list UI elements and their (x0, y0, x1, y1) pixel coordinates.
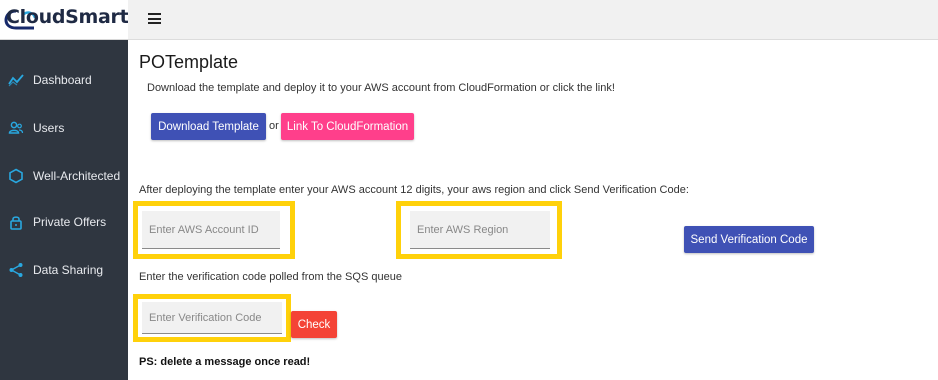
sidebar-item-label: Well-Architected (33, 169, 121, 183)
menu-icon[interactable] (148, 13, 161, 24)
lock-icon (8, 214, 24, 230)
download-template-button[interactable]: Download Template (151, 113, 266, 140)
verification-instructions: Enter the verification code polled from … (139, 271, 402, 283)
sidebar-item-dashboard[interactable]: Dashboard (0, 62, 128, 98)
users-icon (8, 120, 24, 136)
deploy-instructions: After deploying the template enter your … (139, 184, 689, 196)
chart-line-icon (8, 72, 24, 88)
ps-note: PS: delete a message once read! (139, 356, 311, 368)
logo[interactable]: CloudSmart (0, 0, 129, 40)
sidebar-item-private-offers[interactable]: Private Offers (0, 204, 128, 240)
hexagon-icon (8, 168, 24, 184)
verification-code-input[interactable] (142, 302, 282, 334)
send-verification-code-button[interactable]: Send Verification Code (684, 226, 814, 253)
check-button[interactable]: Check (291, 311, 337, 338)
sidebar-item-well-architected[interactable]: Well-Architected (0, 158, 128, 194)
aws-region-input[interactable] (410, 211, 550, 249)
sidebar: CloudSmart Dashboard Users Well-Architec… (0, 0, 129, 380)
link-to-cloudformation-button[interactable]: Link To CloudFormation (281, 113, 414, 140)
logo-text: CloudSmart (6, 6, 129, 28)
top-bar (128, 0, 938, 40)
page-title: POTemplate (139, 52, 239, 72)
sidebar-item-label: Users (33, 121, 65, 135)
aws-account-id-input[interactable] (142, 211, 280, 249)
share-icon (8, 262, 24, 278)
sidebar-item-label: Data Sharing (33, 263, 104, 277)
sidebar-item-label: Private Offers (33, 215, 107, 229)
sidebar-item-label: Dashboard (33, 73, 92, 87)
sidebar-item-data-sharing[interactable]: Data Sharing (0, 252, 128, 288)
intro-text: Download the template and deploy it to y… (147, 82, 615, 94)
or-text: or (269, 120, 279, 132)
sidebar-item-users[interactable]: Users (0, 110, 128, 146)
